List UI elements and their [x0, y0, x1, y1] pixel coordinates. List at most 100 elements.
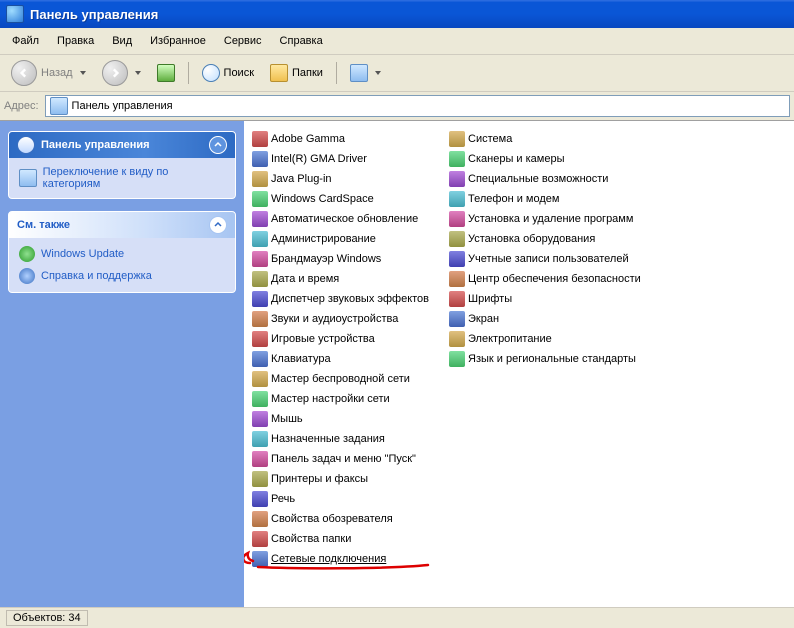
control-panel-item[interactable]: Администрирование [250, 229, 431, 249]
item-label: Специальные возможности [468, 173, 608, 185]
menu-edit[interactable]: Правка [49, 33, 102, 49]
item-label: Электропитание [468, 333, 552, 345]
applet-icon [252, 531, 268, 547]
item-label: Шрифты [468, 293, 512, 305]
forward-button [95, 57, 148, 89]
applet-icon [252, 451, 268, 467]
applet-icon [449, 271, 465, 287]
menu-help[interactable]: Справка [272, 33, 331, 49]
item-label: Брандмауэр Windows [271, 253, 381, 265]
menu-file[interactable]: Файл [4, 33, 47, 49]
control-panel-item[interactable]: Панель задач и меню "Пуск" [250, 449, 431, 469]
control-panel-item[interactable]: Принтеры и факсы [250, 469, 431, 489]
address-bar: Адрес: Панель управления [0, 92, 794, 121]
folders-icon [270, 64, 288, 82]
control-panel-item[interactable]: Звуки и аудиоустройства [250, 309, 431, 329]
item-label: Диспетчер звуковых эффектов [271, 293, 429, 305]
control-panel-item[interactable]: Свойства папки [250, 529, 431, 549]
separator [336, 62, 337, 84]
control-panel-item[interactable]: Специальные возможности [447, 169, 643, 189]
dropdown-icon [375, 71, 381, 75]
menu-favorites[interactable]: Избранное [142, 33, 214, 49]
applet-icon [252, 331, 268, 347]
control-panel-item[interactable]: Установка оборудования [447, 229, 643, 249]
panel-body: Windows Update Справка и поддержка [9, 238, 235, 292]
panel-body: Переключение к виду по категориям [9, 158, 235, 198]
collapse-icon[interactable] [209, 136, 227, 154]
applet-icon [252, 191, 268, 207]
control-panel-item[interactable]: Игровые устройства [250, 329, 431, 349]
switch-category-view-link[interactable]: Переключение к виду по категориям [19, 166, 225, 190]
up-button[interactable] [150, 61, 182, 85]
address-value: Панель управления [72, 100, 173, 112]
address-input[interactable]: Панель управления [45, 95, 790, 117]
forward-arrow-icon [102, 60, 128, 86]
item-label: Мастер настройки сети [271, 393, 390, 405]
control-panel-item[interactable]: Язык и региональные стандарты [447, 349, 643, 369]
control-panel-item[interactable]: Речь [250, 489, 431, 509]
item-label: Клавиатура [271, 353, 331, 365]
applet-icon [252, 291, 268, 307]
items-column-right: СистемаСканеры и камеры Специальные возмо… [447, 129, 643, 599]
control-panel-item[interactable]: Учетные записи пользователей [447, 249, 643, 269]
item-label: Администрирование [271, 233, 376, 245]
category-view-icon [19, 169, 37, 187]
control-panel-item[interactable]: Клавиатура [250, 349, 431, 369]
applet-icon [449, 251, 465, 267]
panel-header[interactable]: См. также [9, 212, 235, 238]
control-panel-item[interactable]: Диспетчер звуковых эффектов [250, 289, 431, 309]
control-panel-item[interactable]: Adobe Gamma [250, 129, 431, 149]
control-panel-item[interactable]: Свойства обозревателя [250, 509, 431, 529]
applet-icon [252, 351, 268, 367]
control-panel-item[interactable]: Электропитание [447, 329, 643, 349]
control-panel-item[interactable]: Назначенные задания [250, 429, 431, 449]
control-panel-item[interactable]: Дата и время [250, 269, 431, 289]
titlebar[interactable]: Панель управления [0, 0, 794, 28]
back-arrow-icon [11, 60, 37, 86]
collapse-icon[interactable] [209, 216, 227, 234]
control-panel-item[interactable]: Мышь [250, 409, 431, 429]
help-icon [19, 268, 35, 284]
item-label: Игровые устройства [271, 333, 375, 345]
menubar: Файл Правка Вид Избранное Сервис Справка [0, 28, 794, 55]
control-panel-item[interactable]: Брандмауэр Windows [250, 249, 431, 269]
control-panel-item[interactable]: Java Plug-in [250, 169, 431, 189]
views-button[interactable] [343, 61, 388, 85]
applet-icon [252, 311, 268, 327]
panel-control-panel: Панель управления Переключение к виду по… [8, 131, 236, 199]
applet-icon [252, 151, 268, 167]
control-panel-item[interactable]: Система [447, 129, 643, 149]
control-panel-item[interactable]: Intel(R) GMA Driver [250, 149, 431, 169]
control-panel-item[interactable]: Мастер беспроводной сети [250, 369, 431, 389]
control-panel-item[interactable]: Телефон и модем [447, 189, 643, 209]
control-panel-item[interactable]: Мастер настройки сети [250, 389, 431, 409]
control-panel-item[interactable]: Windows CardSpace [250, 189, 431, 209]
control-panel-item[interactable]: Центр обеспечения безопасности [447, 269, 643, 289]
item-label: Мышь [271, 413, 303, 425]
item-label: Свойства папки [271, 533, 351, 545]
control-panel-item[interactable]: Автоматическое обновление [250, 209, 431, 229]
panel-header[interactable]: Панель управления [9, 132, 235, 158]
views-icon [350, 64, 368, 82]
control-panel-item[interactable]: Сетевые подключения [250, 549, 431, 569]
status-objects: Объектов: 34 [6, 610, 88, 626]
applet-icon [252, 411, 268, 427]
windows-update-link[interactable]: Windows Update [19, 246, 225, 262]
applet-icon [252, 251, 268, 267]
folders-button[interactable]: Папки [263, 61, 330, 85]
item-label: Панель задач и меню "Пуск" [271, 453, 416, 465]
globe-icon [19, 246, 35, 262]
control-panel-item[interactable]: Сканеры и камеры [447, 149, 643, 169]
item-label: Телефон и модем [468, 193, 559, 205]
search-button[interactable]: Поиск [195, 61, 261, 85]
control-panel-item[interactable]: Экран [447, 309, 643, 329]
control-panel-item[interactable]: Шрифты [447, 289, 643, 309]
menu-tools[interactable]: Сервис [216, 33, 270, 49]
item-label: Windows CardSpace [271, 193, 374, 205]
menu-view[interactable]: Вид [104, 33, 140, 49]
item-label: Дата и время [271, 273, 339, 285]
help-support-link[interactable]: Справка и поддержка [19, 268, 225, 284]
panel-see-also: См. также Windows Update Справка и подде… [8, 211, 236, 293]
control-panel-item[interactable]: Установка и удаление программ [447, 209, 643, 229]
body: Панель управления Переключение к виду по… [0, 121, 794, 607]
